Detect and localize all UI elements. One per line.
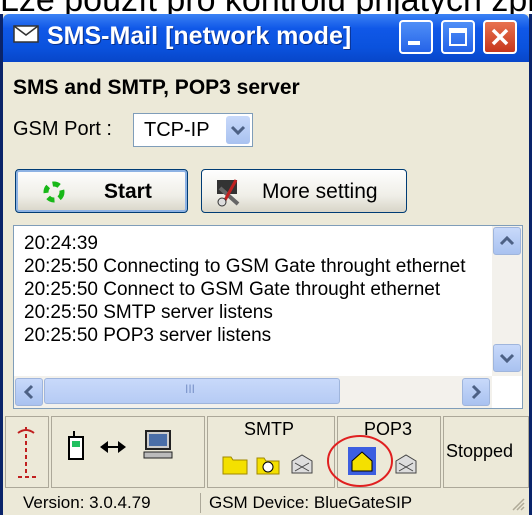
start-label: Start <box>104 180 152 203</box>
log-line: 20:25:50 POP3 server listens <box>24 325 272 346</box>
app-window: SMS-Mail [network mode] SMS and SMTP, PO… <box>0 14 532 515</box>
transfer-arrows-icon <box>100 441 126 453</box>
vertical-scrollbar[interactable] <box>492 226 522 376</box>
version-text: Version: 3.0.4.79 <box>23 493 151 512</box>
pop3-panel: POP3 <box>327 416 441 488</box>
scroll-thumb[interactable]: III <box>44 378 340 404</box>
chevron-down-icon <box>230 125 246 136</box>
start-icon <box>43 181 65 203</box>
tools-icon <box>217 179 240 207</box>
chevron-up-icon <box>499 235 515 246</box>
clock-icon <box>256 457 280 475</box>
close-icon <box>491 28 509 46</box>
horizontal-scrollbar[interactable]: III <box>14 376 492 408</box>
gsm-port-select[interactable]: TCP-IP <box>133 113 253 147</box>
statusbar-divider <box>200 493 201 513</box>
app-header: SMS and SMTP, POP3 server <box>13 76 300 99</box>
chevron-left-icon <box>23 384 34 400</box>
gsm-port-value: TCP-IP <box>144 119 210 141</box>
dropdown-button[interactable] <box>226 116 250 144</box>
mailbox-icon <box>395 454 417 474</box>
start-button[interactable]: Start <box>15 169 188 213</box>
log-box[interactable]: 20:24:39 20:25:50 Connecting to GSM Gate… <box>13 225 523 409</box>
status-bar: Version: 3.0.4.79 GSM Device: BlueGateSI… <box>3 491 529 515</box>
mailbox-icon <box>291 454 313 474</box>
minimize-icon <box>408 41 420 45</box>
thumb-grip: III <box>185 382 196 396</box>
state-panel: Stopped <box>443 416 529 488</box>
minimize-button[interactable] <box>399 20 433 54</box>
log-lines: 20:24:39 20:25:50 Connecting to GSM Gate… <box>24 232 482 347</box>
smtp-label: SMTP <box>244 419 295 439</box>
log-line: 20:25:50 Connecting to GSM Gate throught… <box>24 256 466 277</box>
folder-icon <box>222 456 248 475</box>
scroll-up-button[interactable] <box>493 227 521 255</box>
more-setting-button[interactable]: More setting <box>201 169 407 213</box>
computer-icon <box>143 430 173 459</box>
gsm-phone-icon <box>68 431 84 460</box>
signal-panel <box>5 416 49 488</box>
antenna-signal-icon <box>17 427 38 478</box>
envelope-icon <box>13 25 39 43</box>
more-setting-label: More setting <box>262 180 378 203</box>
log-line: 20:25:50 Connect to GSM Gate throught et… <box>24 279 441 300</box>
chevron-right-icon <box>471 384 482 400</box>
home-folder-icon <box>348 447 376 475</box>
device-text: GSM Device: BlueGateSIP <box>209 493 413 512</box>
maximize-button[interactable] <box>441 20 475 54</box>
maximize-icon <box>449 28 467 46</box>
scroll-right-button[interactable] <box>462 378 490 406</box>
log-line: 20:25:50 SMTP server listens <box>24 302 273 323</box>
server-state: Stopped <box>446 441 514 461</box>
scroll-down-button[interactable] <box>493 344 521 372</box>
title-bar[interactable]: SMS-Mail [network mode] <box>3 14 529 62</box>
resize-grip-icon[interactable] <box>511 497 525 511</box>
close-button[interactable] <box>483 20 517 54</box>
chevron-down-icon <box>499 353 515 364</box>
gsm-port-label: GSM Port : <box>13 118 112 140</box>
scroll-left-button[interactable] <box>15 378 43 406</box>
smtp-panel: SMTP <box>207 416 335 488</box>
window-title: SMS-Mail [network mode] <box>47 22 352 50</box>
connection-panel <box>51 416 205 488</box>
log-line: 20:24:39 <box>24 233 98 254</box>
